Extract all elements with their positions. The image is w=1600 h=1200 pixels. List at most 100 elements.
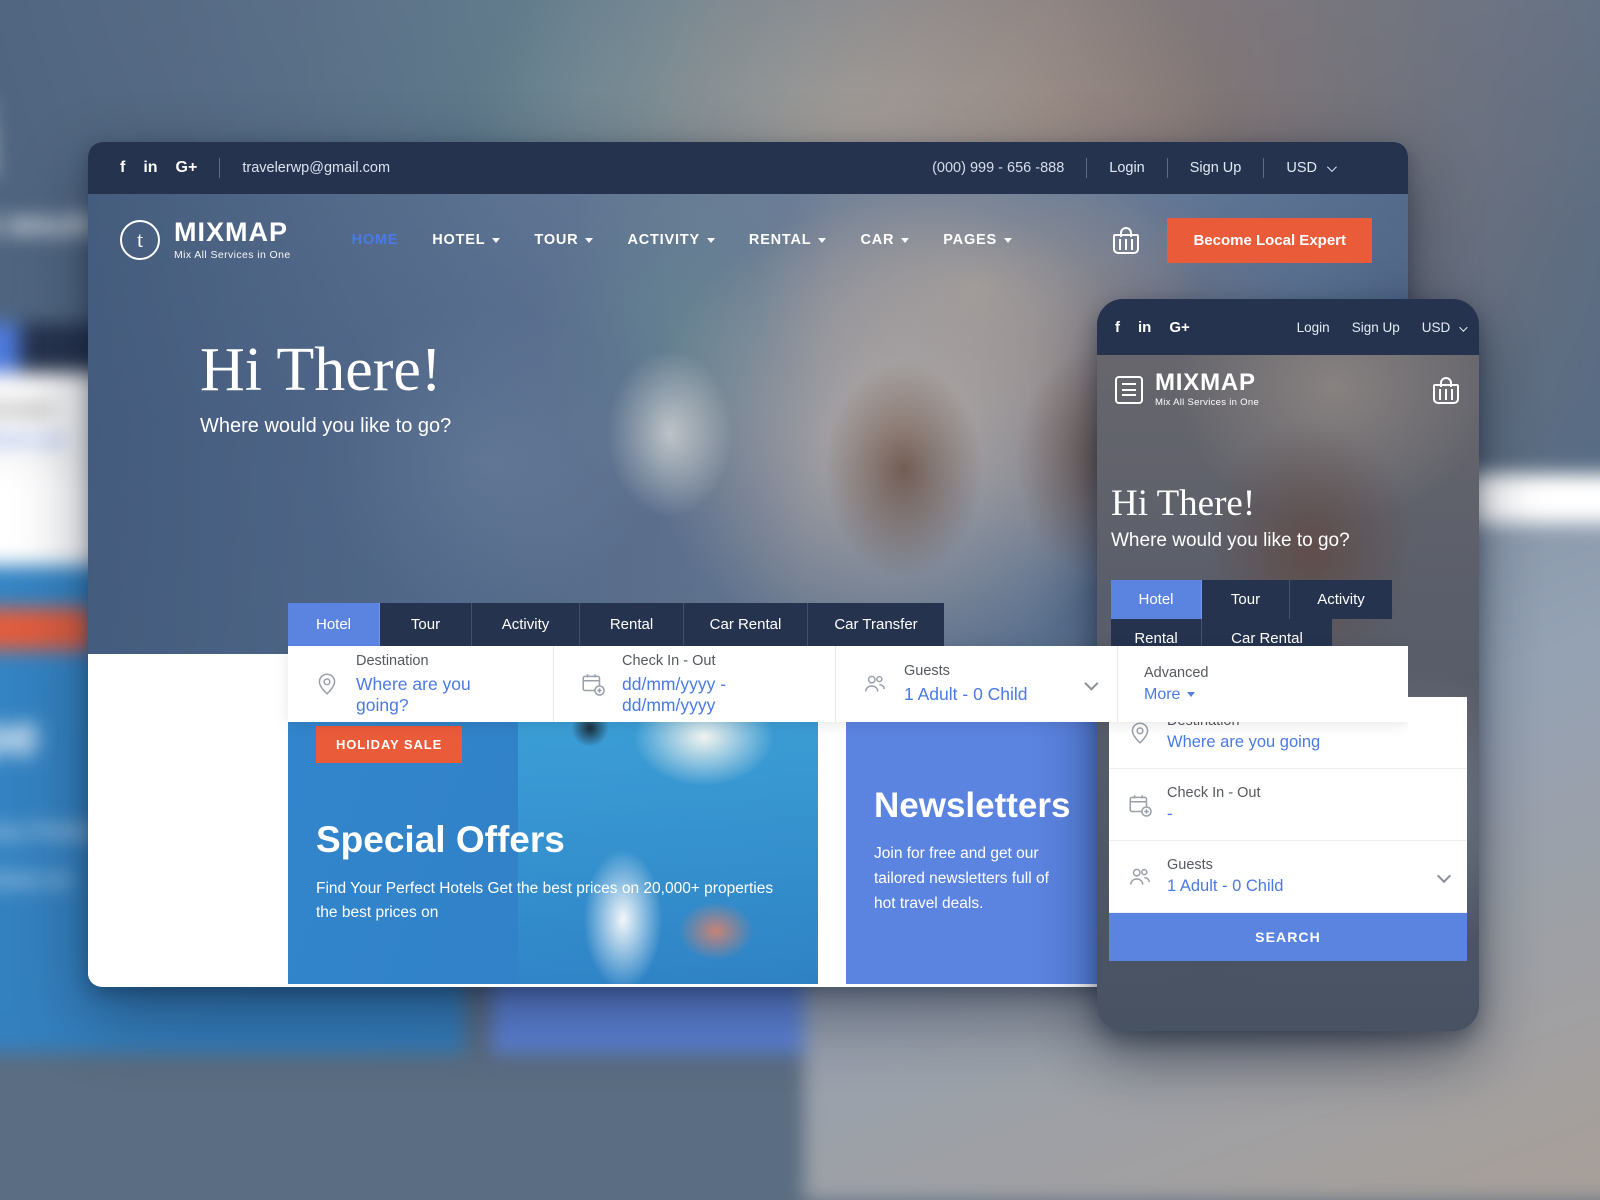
search-tab-tour[interactable]: Tour: [380, 603, 472, 646]
search-tab-activity[interactable]: Activity: [472, 603, 580, 646]
mobile-brand-tagline: Mix All Services in One: [1155, 397, 1260, 408]
nav-label: ACTIVITY: [627, 232, 700, 248]
contact-email[interactable]: travelerwp@gmail.com: [220, 160, 390, 176]
chevron-down-icon: [901, 237, 910, 243]
guests-field[interactable]: Guests 1 Adult - 0 Child: [836, 646, 1118, 722]
mobile-guests-value[interactable]: 1 Adult - 0 Child: [1167, 877, 1377, 896]
logo-mark-icon: t: [120, 220, 160, 260]
mobile-checkin-checkout-label: Check In - Out: [1167, 785, 1261, 801]
chevron-down-icon[interactable]: [1084, 676, 1099, 691]
card-body: Find Your Perfect Hotels Get the best pr…: [316, 880, 774, 922]
linkedin-icon[interactable]: in: [143, 160, 157, 176]
advanced-more-label: More: [1144, 685, 1181, 703]
currency-selector[interactable]: USD: [1264, 160, 1356, 176]
search-tab-car-transfer[interactable]: Car Transfer: [808, 603, 944, 646]
facebook-icon[interactable]: f: [120, 160, 125, 176]
mobile-login-link[interactable]: Login: [1297, 320, 1330, 335]
currency-label: USD: [1286, 160, 1317, 176]
background-dest-value: Where are: [0, 429, 66, 452]
nav-item-rental[interactable]: RENTAL: [732, 232, 844, 248]
nav-item-home[interactable]: HOME: [335, 232, 416, 248]
advanced-field[interactable]: Advanced More: [1118, 646, 1278, 722]
nav-label: TOUR: [534, 232, 579, 248]
nav-label: CAR: [860, 232, 895, 248]
nav-item-tour[interactable]: TOUR: [517, 232, 610, 248]
background-card-body-2: best prices on: [0, 867, 72, 892]
card-title: Newsletters: [874, 786, 1071, 825]
chevron-down-icon: [492, 237, 501, 243]
social-links: f in G+: [120, 160, 219, 176]
nav-item-hotel[interactable]: HOTEL: [415, 232, 517, 248]
advanced-more-toggle[interactable]: More: [1144, 686, 1209, 704]
chevron-down-icon: [585, 237, 594, 243]
search-tab-hotel[interactable]: Hotel: [288, 603, 380, 646]
search-tabs: Hotel Tour Activity Rental Car Rental Ca…: [288, 603, 1408, 646]
mobile-navbar: MIXMAP Mix All Services in One: [1097, 355, 1479, 408]
destination-input[interactable]: Where are you going?: [356, 674, 527, 716]
card-newsletters[interactable]: Newsletters Join for free and get our ta…: [846, 690, 1098, 984]
mobile-checkin-checkout-input[interactable]: -: [1167, 805, 1377, 824]
search-widget: Hotel Tour Activity Rental Car Rental Ca…: [288, 603, 1408, 722]
become-local-expert-button[interactable]: Become Local Expert: [1167, 217, 1372, 263]
mobile-top-right-links: Login Sign Up USD: [1297, 320, 1468, 335]
basket-icon[interactable]: [1431, 374, 1461, 406]
brand-tagline: Mix All Services in One: [174, 249, 291, 261]
mobile-search-button[interactable]: SEARCH: [1109, 913, 1467, 961]
nav-item-pages[interactable]: PAGES: [926, 232, 1029, 248]
search-fields: Destination Where are you going? Check I…: [288, 646, 1408, 722]
checkin-checkout-input[interactable]: dd/mm/yyyy - dd/mm/yyyy: [622, 674, 809, 716]
guests-label: Guests: [904, 663, 950, 679]
mobile-signup-link[interactable]: Sign Up: [1352, 320, 1400, 335]
facebook-icon[interactable]: f: [1115, 319, 1120, 336]
destination-field[interactable]: Destination Where are you going?: [288, 646, 554, 722]
mobile-top-utility-bar: f in G+ Login Sign Up USD: [1097, 299, 1479, 355]
mobile-guests-field[interactable]: Guests 1 Adult - 0 Child: [1109, 841, 1467, 913]
nav-label: RENTAL: [748, 232, 812, 248]
background-badge: [0, 607, 94, 651]
card-title: Special Offers: [316, 819, 565, 860]
logo[interactable]: t MIXMAP Mix All Services in One: [120, 219, 291, 261]
contact-phone: (000) 999 - 656 -888: [932, 160, 1065, 176]
google-plus-icon[interactable]: G+: [1169, 319, 1189, 336]
destination-label: Destination: [356, 652, 429, 669]
logo-text: MIXMAP Mix All Services in One: [174, 219, 291, 262]
login-link[interactable]: Login: [1087, 160, 1166, 176]
map-pin-icon: [1127, 720, 1153, 746]
mobile-hero-subtitle: Where would you like to go?: [1111, 530, 1350, 551]
nav-links: HOME HOTEL TOUR ACTIVITY RENTAL CAR PAGE…: [335, 232, 1029, 248]
background-card-title: Spe: [0, 704, 40, 768]
nav-item-activity[interactable]: ACTIVITY: [610, 232, 731, 248]
chevron-down-icon[interactable]: [1436, 868, 1452, 883]
hamburger-icon[interactable]: [1115, 375, 1143, 404]
main-navbar: t MIXMAP Mix All Services in One HOME HO…: [88, 194, 1408, 286]
mobile-guests-label: Guests: [1167, 857, 1213, 873]
linkedin-icon[interactable]: in: [1138, 319, 1151, 336]
search-tab-car-rental[interactable]: Car Rental: [684, 603, 808, 646]
hero-subtitle: Where would you like to go?: [200, 415, 452, 438]
mobile-logo[interactable]: MIXMAP Mix All Services in One: [1155, 369, 1260, 409]
card-special-offers[interactable]: HOLIDAY SALE Special Offers Find Your Pe…: [288, 690, 818, 984]
nav-item-car[interactable]: CAR: [843, 232, 926, 248]
caret-down-icon: [1187, 692, 1196, 697]
checkin-checkout-field[interactable]: Check In - Out dd/mm/yyyy - dd/mm/yyyy: [554, 646, 836, 722]
guests-icon: [1127, 864, 1153, 890]
basket-icon[interactable]: [1111, 224, 1141, 256]
guests-value[interactable]: 1 Adult - 0 Child: [904, 684, 1028, 705]
nav-label: HOME: [351, 232, 399, 248]
google-plus-icon[interactable]: G+: [176, 160, 198, 176]
chevron-down-icon: [1326, 162, 1337, 173]
search-tab-rental[interactable]: Rental: [580, 603, 684, 646]
holiday-sale-badge: HOLIDAY SALE: [316, 726, 463, 763]
mobile-hero-title: Hi There!: [1111, 483, 1256, 524]
mobile-social-links: f in G+: [1115, 319, 1190, 336]
signup-link[interactable]: Sign Up: [1168, 160, 1264, 176]
checkin-checkout-label: Check In - Out: [622, 652, 716, 669]
screenshot-stage: MIXMAP Mix All Services in One HOME HOTE…: [0, 0, 1600, 1200]
background-search-tab-active: [0, 323, 20, 373]
mobile-destination-input[interactable]: Where are you going: [1167, 733, 1377, 752]
mobile-currency-selector[interactable]: USD: [1422, 320, 1468, 335]
mobile-checkin-checkout-field[interactable]: Check In - Out -: [1109, 769, 1467, 841]
mobile-brand-name: MIXMAP: [1155, 369, 1256, 396]
chevron-down-icon: [1003, 237, 1012, 243]
top-utility-bar: f in G+ travelerwp@gmail.com (000) 999 -…: [88, 142, 1408, 194]
